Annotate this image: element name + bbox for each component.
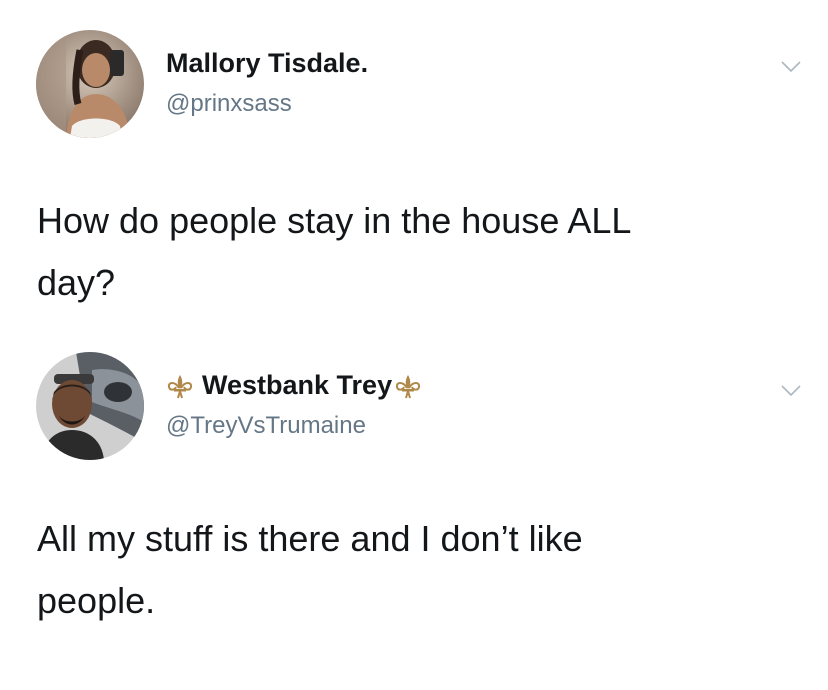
tweet-original: Mallory Tisdale. @prinxsass How do peopl…	[0, 0, 828, 340]
display-name[interactable]: Westbank Trey	[166, 370, 422, 401]
fleur-de-lis-icon	[167, 374, 193, 398]
tweet-text: All my stuff is there and I don’t like p…	[37, 518, 583, 621]
fleur-de-lis-icon	[396, 374, 421, 398]
display-name-text: Westbank Trey	[202, 370, 393, 400]
tweet-text: How do people stay in the house ALL day?	[37, 200, 632, 303]
chevron-down-icon[interactable]	[780, 384, 802, 398]
tweet-reply: Westbank Trey @TreyVsTrumaine All my stu…	[0, 340, 828, 690]
display-name-text: Mallory Tisdale.	[166, 48, 369, 78]
user-photo-avatar	[36, 30, 144, 138]
avatar[interactable]	[36, 30, 144, 138]
user-handle[interactable]: @TreyVsTrumaine	[166, 412, 366, 440]
display-name[interactable]: Mallory Tisdale.	[166, 48, 368, 79]
user-photo-avatar	[36, 352, 144, 460]
avatar[interactable]	[36, 352, 144, 460]
chevron-down-icon[interactable]	[780, 60, 802, 74]
user-handle[interactable]: @prinxsass	[166, 90, 292, 118]
